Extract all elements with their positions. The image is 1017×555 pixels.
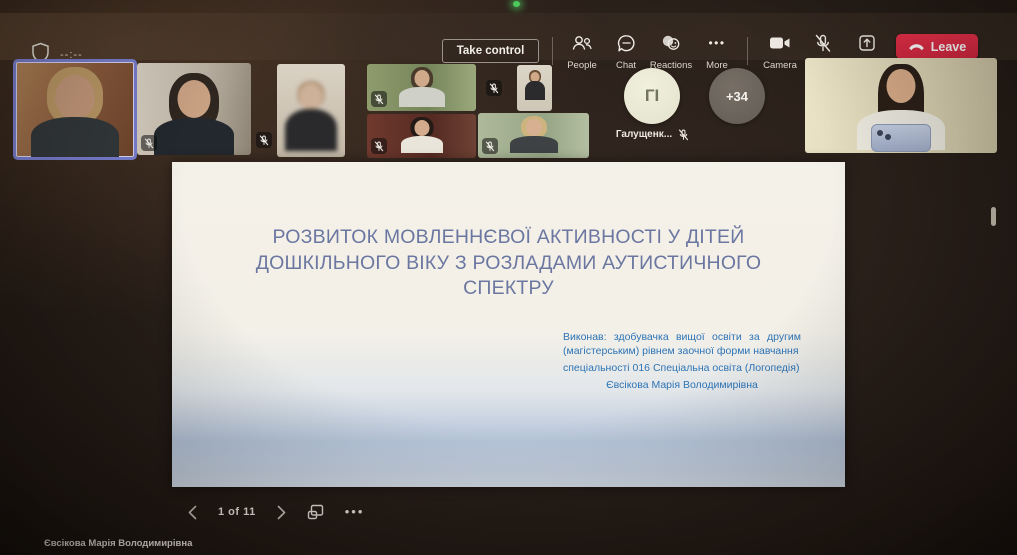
participant-avatar[interactable]: ГІ (624, 68, 680, 124)
video-tile[interactable] (805, 58, 997, 153)
slide-more-options[interactable]: ••• (345, 505, 365, 518)
participant-video (517, 65, 552, 111)
people-icon (571, 33, 593, 53)
toolbar-divider (552, 37, 553, 65)
mic-muted-icon (814, 33, 832, 53)
participant-name: Галущенк... (615, 129, 673, 140)
slide-navigation: 1 of 11 ••• (188, 500, 364, 524)
mic-muted-icon (371, 91, 387, 107)
more-icon: ••• (708, 36, 726, 50)
previous-slide-button[interactable] (188, 505, 197, 520)
slide-page-indicator: 1 of 11 (218, 506, 256, 518)
video-tile[interactable] (478, 113, 589, 158)
take-control-label: Take control (456, 45, 525, 57)
camera-button[interactable]: Camera (759, 33, 801, 71)
overflow-participants-badge[interactable]: +34 (709, 68, 765, 124)
camera-icon (769, 33, 791, 53)
slide-grid-icon[interactable] (307, 504, 324, 520)
participant-video (277, 64, 345, 157)
mic-muted-icon (486, 80, 502, 96)
mic-muted-icon (141, 135, 157, 151)
mic-muted-icon (677, 128, 690, 141)
leave-button[interactable]: Leave (896, 34, 978, 59)
video-tile-active-speaker[interactable] (16, 62, 134, 157)
shield-icon[interactable] (31, 42, 50, 63)
leave-label: Leave (930, 39, 967, 54)
mic-muted-icon (371, 138, 387, 154)
chat-button[interactable]: Chat (606, 33, 646, 71)
people-label: People (567, 60, 597, 71)
slide-credit-line: спеціальності 016 Спеціальна освіта (Лог… (563, 362, 800, 375)
phone-in-hand (871, 124, 931, 152)
people-button[interactable]: People (560, 33, 604, 71)
slide-credits: Виконав: здобувачка вищої освіти за друг… (563, 330, 801, 392)
camera-led (513, 1, 520, 7)
more-label: More (706, 60, 728, 71)
toolbar-divider (747, 37, 748, 65)
slide-credit-line: Євсікова Марія Володимирівна (606, 379, 758, 392)
participant-video (805, 58, 997, 153)
reactions-icon (660, 33, 682, 53)
avatar-initials: ГІ (644, 86, 660, 105)
video-tile[interactable] (277, 64, 345, 157)
video-tile[interactable] (367, 114, 476, 158)
chat-icon (617, 33, 636, 53)
slide-title: РОЗВИТОК МОВЛЕННЄВОЇ АКТИВНОСТІ У ДІТЕЙ … (255, 226, 762, 300)
chat-label: Chat (615, 60, 637, 71)
mic-muted-icon (482, 138, 498, 154)
participant-video (16, 62, 134, 157)
share-icon (858, 33, 876, 53)
presenter-name-label: Євсікова Марія Володимирівна (44, 538, 193, 549)
more-button[interactable]: ••• More (696, 33, 738, 71)
slide-credit-line: Виконав: здобувачка вищої освіти за друг… (563, 331, 801, 358)
video-tile[interactable] (367, 64, 476, 111)
video-tile[interactable] (517, 65, 552, 111)
meeting-toolbar: --:-- Take control People Chat Reactions… (0, 13, 1017, 71)
next-slide-button[interactable] (277, 505, 286, 520)
scrollbar-thumb[interactable] (991, 207, 996, 226)
reactions-button[interactable]: Reactions (648, 33, 694, 71)
camera-label: Camera (763, 60, 797, 71)
participant-name-row: Галущенк... (607, 128, 699, 141)
overflow-count: +34 (725, 88, 749, 104)
video-tile[interactable] (137, 63, 251, 155)
hangup-icon (908, 42, 925, 51)
meeting-window: --:-- Take control People Chat Reactions… (0, 0, 1017, 555)
take-control-button[interactable]: Take control (442, 39, 539, 63)
meeting-timer: --:-- (60, 49, 83, 61)
mic-muted-icon (256, 132, 272, 148)
shared-screen-slide: РОЗВИТОК МОВЛЕННЄВОЇ АКТИВНОСТІ У ДІТЕЙ … (172, 162, 845, 487)
